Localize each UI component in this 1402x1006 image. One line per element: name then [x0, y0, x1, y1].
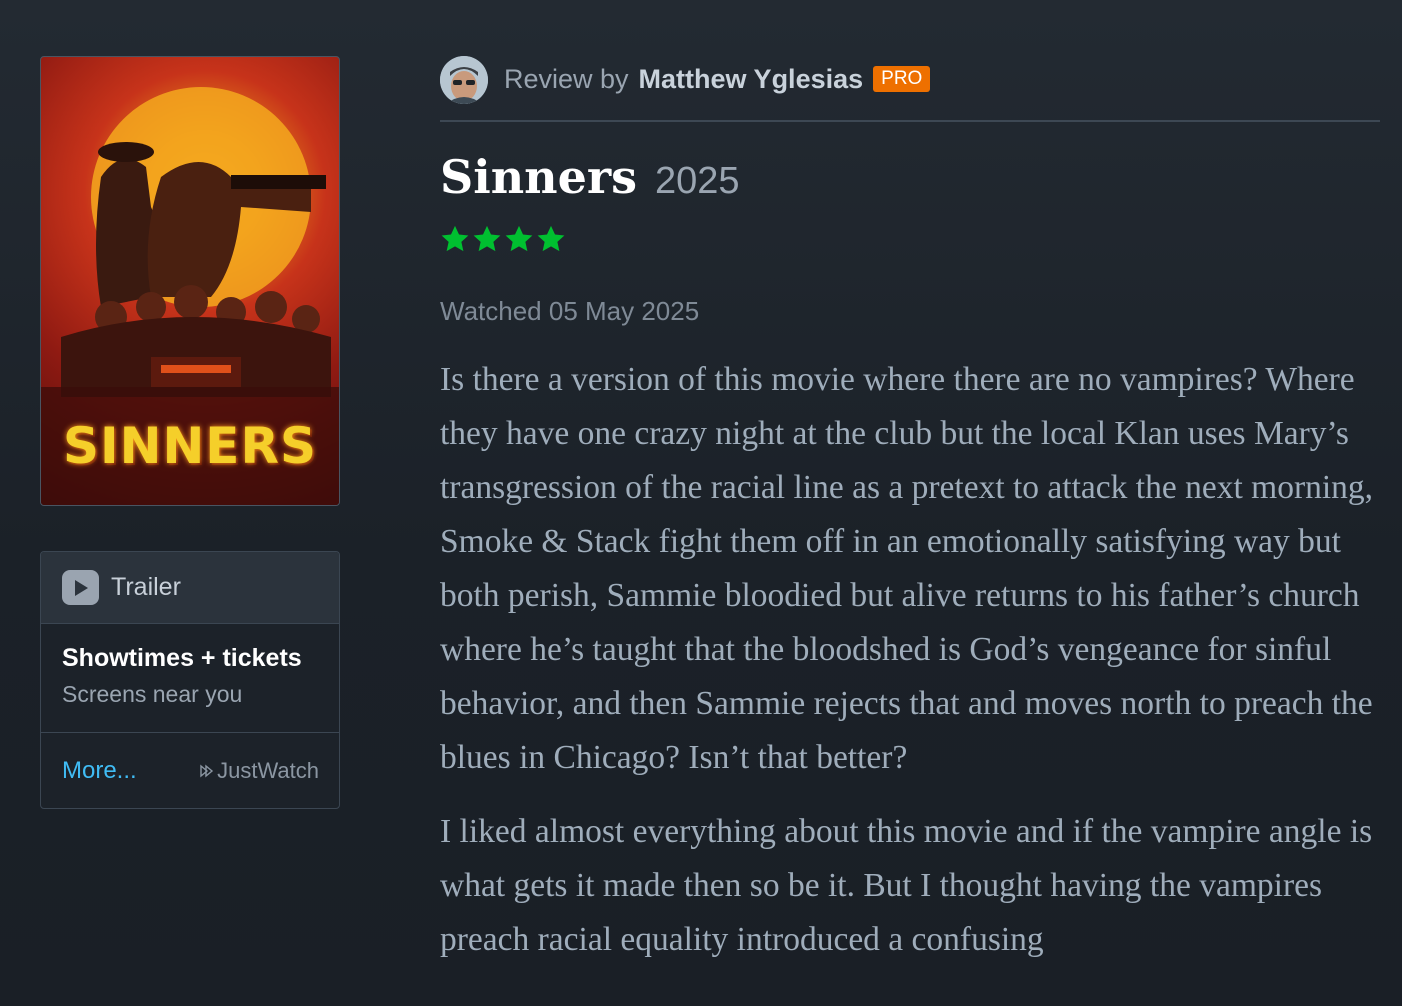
star-icon: [537, 225, 565, 252]
star-icon: [505, 225, 533, 252]
trailer-label: Trailer: [111, 573, 181, 601]
play-icon: [62, 570, 99, 605]
reviewer-avatar[interactable]: [440, 56, 488, 104]
film-title[interactable]: Sinners: [440, 150, 637, 204]
review-paragraph: I liked almost everything about this mov…: [440, 813, 1373, 958]
star-icon: [441, 225, 469, 252]
review-header: Review by Matthew Yglesias PRO: [440, 56, 1380, 122]
rating-stars: [440, 224, 566, 254]
trailer-button[interactable]: Trailer: [41, 552, 339, 624]
star-icon: [473, 225, 501, 252]
showtimes-link[interactable]: Showtimes + tickets Screens near you: [41, 624, 339, 733]
review-byline: Review by Matthew Yglesias PRO: [504, 56, 931, 102]
film-poster[interactable]: SINNERS: [40, 56, 340, 506]
justwatch-label: JustWatch: [217, 757, 319, 783]
watched-date: Watched 05 May 2025: [440, 296, 700, 326]
film-title-row: Sinners 2025: [440, 150, 740, 204]
showtimes-subtitle: Screens near you: [62, 681, 243, 707]
review-paragraph: Is there a version of this movie where t…: [440, 361, 1374, 776]
film-year[interactable]: 2025: [655, 160, 740, 203]
justwatch-icon: [200, 764, 214, 777]
review-body: Is there a version of this movie where t…: [440, 353, 1385, 987]
watch-panel: Trailer Showtimes + tickets Screens near…: [40, 551, 340, 809]
more-link[interactable]: More...: [62, 757, 137, 785]
more-row: More... JustWatch: [41, 733, 339, 808]
showtimes-title: Showtimes + tickets: [62, 644, 302, 672]
justwatch-attribution[interactable]: JustWatch: [199, 758, 319, 784]
reviewer-name[interactable]: Matthew Yglesias: [639, 64, 864, 94]
review-by-prefix: Review by: [504, 64, 629, 94]
pro-badge: PRO: [873, 66, 931, 92]
poster-title: SINNERS: [63, 417, 317, 475]
